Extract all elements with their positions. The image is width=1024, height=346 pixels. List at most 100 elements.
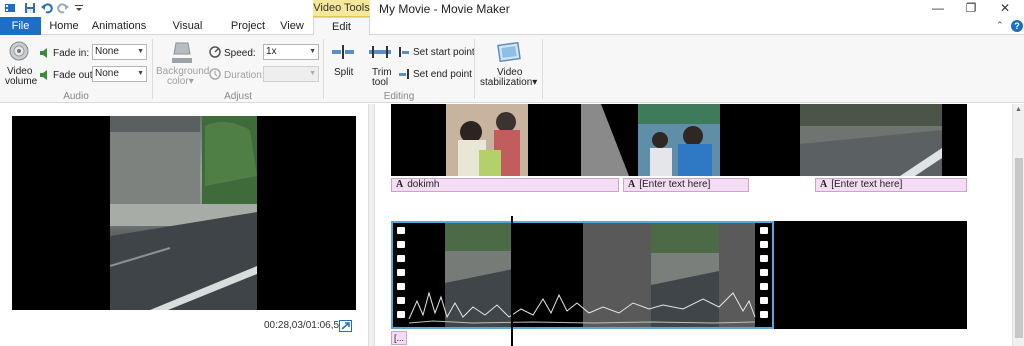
trim-tool-icon (369, 46, 391, 58)
fade-in-label: Fade in: (53, 48, 90, 59)
collapse-ribbon-icon[interactable]: ⌃ (996, 20, 1004, 31)
clip-filmstrip (393, 223, 772, 327)
caption-clip[interactable]: A [Enter text here] (623, 178, 749, 192)
redo-icon[interactable] (57, 2, 69, 14)
speed-value: 1x (266, 46, 277, 57)
caption-text: [Enter text here] (639, 179, 711, 190)
tab-edit[interactable]: Edit (313, 17, 370, 36)
caption-clip[interactable]: Adokimh (391, 178, 619, 192)
transition-thumbnail[interactable] (581, 104, 641, 176)
tab-animations[interactable]: Animations (90, 17, 148, 35)
caption-text: dokimh (407, 179, 440, 190)
caption-text: [Enter text here] (831, 179, 903, 190)
film-sprocket (397, 283, 405, 290)
scroll-up-icon[interactable]: ▲ (1015, 106, 1022, 113)
duration-label: Duration: (224, 70, 265, 81)
speed-label: Speed: (224, 48, 256, 59)
speed-select[interactable]: 1x ▼ (263, 44, 319, 60)
film-sprocket (760, 283, 768, 290)
preview-scene-image (109, 116, 257, 310)
pane-splitter[interactable] (368, 104, 375, 346)
film-sprocket (760, 227, 768, 234)
tab-view[interactable]: View (276, 17, 308, 35)
save-icon[interactable] (24, 2, 36, 14)
set-end-point-button[interactable]: Set end point (413, 69, 472, 80)
fullscreen-icon[interactable] (339, 320, 352, 332)
film-sprocket (397, 311, 405, 318)
playhead[interactable] (511, 216, 513, 346)
group-divider (542, 39, 543, 99)
editing-group-label: Editing (383, 91, 415, 102)
time-readout: 00:28,03/01:06,51 (264, 320, 345, 331)
speed-icon (209, 46, 221, 58)
film-sprocket (397, 269, 405, 276)
video-stabilization-icon (497, 41, 521, 63)
fade-in-select[interactable]: None ▼ (92, 44, 147, 60)
movie-maker-app-icon (5, 4, 15, 12)
scrollbar-thumb[interactable] (1015, 158, 1023, 338)
ribbon-edit: Video volume Fade in: None ▼ Fade out: No… (0, 35, 1024, 103)
help-icon[interactable]: ? (1011, 20, 1023, 32)
undo-icon[interactable] (41, 2, 53, 14)
fade-out-label: Fade out: (53, 70, 96, 81)
fade-out-select[interactable]: None ▼ (92, 66, 147, 82)
film-sprocket (760, 255, 768, 262)
video-tools-tab-group: Video Tools (313, 0, 370, 17)
split-button[interactable]: Split (334, 67, 353, 78)
film-sprocket (397, 255, 405, 262)
video-preview[interactable] (12, 116, 356, 310)
selected-video-clip[interactable] (391, 221, 774, 329)
window-title: My Movie - Movie Maker (379, 2, 510, 16)
preview-pane: 00:28,03/01:06,51 (0, 104, 368, 346)
storyboard-pane: Adokimh A [Enter text here] A [Enter text … (375, 104, 1012, 346)
set-end-point-icon (399, 69, 409, 79)
close-button[interactable]: ✕ (988, 0, 1022, 17)
group-divider (152, 39, 153, 99)
text-caption-icon: A (820, 179, 828, 190)
caption-clip[interactable]: A [Enter text here] (815, 178, 967, 192)
film-sprocket (397, 227, 405, 234)
duration-select[interactable]: ▼ (263, 66, 319, 82)
clip-strip-row-1 (391, 104, 967, 176)
tab-home[interactable]: Home (44, 17, 84, 35)
video-volume-label-2: volume (5, 76, 38, 87)
text-caption-icon: A (628, 179, 636, 190)
preview-frame (109, 116, 257, 310)
duration-icon (209, 68, 221, 80)
film-sprocket (397, 297, 405, 304)
video-volume-icon (9, 41, 29, 61)
set-start-point-button[interactable]: Set start point (413, 47, 475, 58)
trim-tool-label-2: tool (372, 77, 389, 88)
restore-button[interactable]: ❐ (954, 0, 988, 17)
film-sprocket (760, 311, 768, 318)
clip-thumbnail[interactable] (446, 104, 528, 176)
tab-file[interactable]: File (0, 17, 41, 35)
caption-clip-small[interactable]: [... (391, 331, 407, 345)
clip-thumbnail[interactable] (638, 104, 720, 176)
fade-in-value: None (95, 46, 119, 57)
group-divider (474, 39, 475, 99)
tab-project[interactable]: Project (226, 17, 270, 35)
fade-out-value: None (95, 68, 119, 79)
set-start-point-icon (399, 47, 409, 57)
minimize-button[interactable]: — (921, 0, 955, 17)
customize-quick-access-icon[interactable] (73, 2, 85, 14)
group-divider (323, 39, 324, 99)
film-sprocket (760, 241, 768, 248)
chevron-down-icon: ▼ (309, 70, 316, 77)
tab-visual-effects[interactable]: Visual Effects (155, 17, 220, 50)
title-bar: Video Tools My Movie - Movie Maker — ❐ ✕ (0, 0, 1024, 17)
chevron-down-icon: ▼ (309, 48, 316, 55)
ribbon-tabs: File Home Animations Visual Effects Proj… (0, 17, 1024, 50)
chevron-down-icon: ▼ (137, 70, 144, 77)
storyboard-scrollbar[interactable]: ▲ (1012, 104, 1024, 346)
clip-thumbnail[interactable] (800, 104, 942, 176)
video-stabilization-label-2: stabilization▾ (480, 77, 538, 88)
adjust-group-label: Adjust (224, 91, 252, 102)
fade-out-icon (40, 70, 47, 80)
text-caption-icon: A (396, 179, 404, 190)
fade-in-icon (40, 48, 47, 58)
background-color-icon (172, 42, 192, 63)
film-sprocket (760, 269, 768, 276)
film-sprocket (397, 241, 405, 248)
